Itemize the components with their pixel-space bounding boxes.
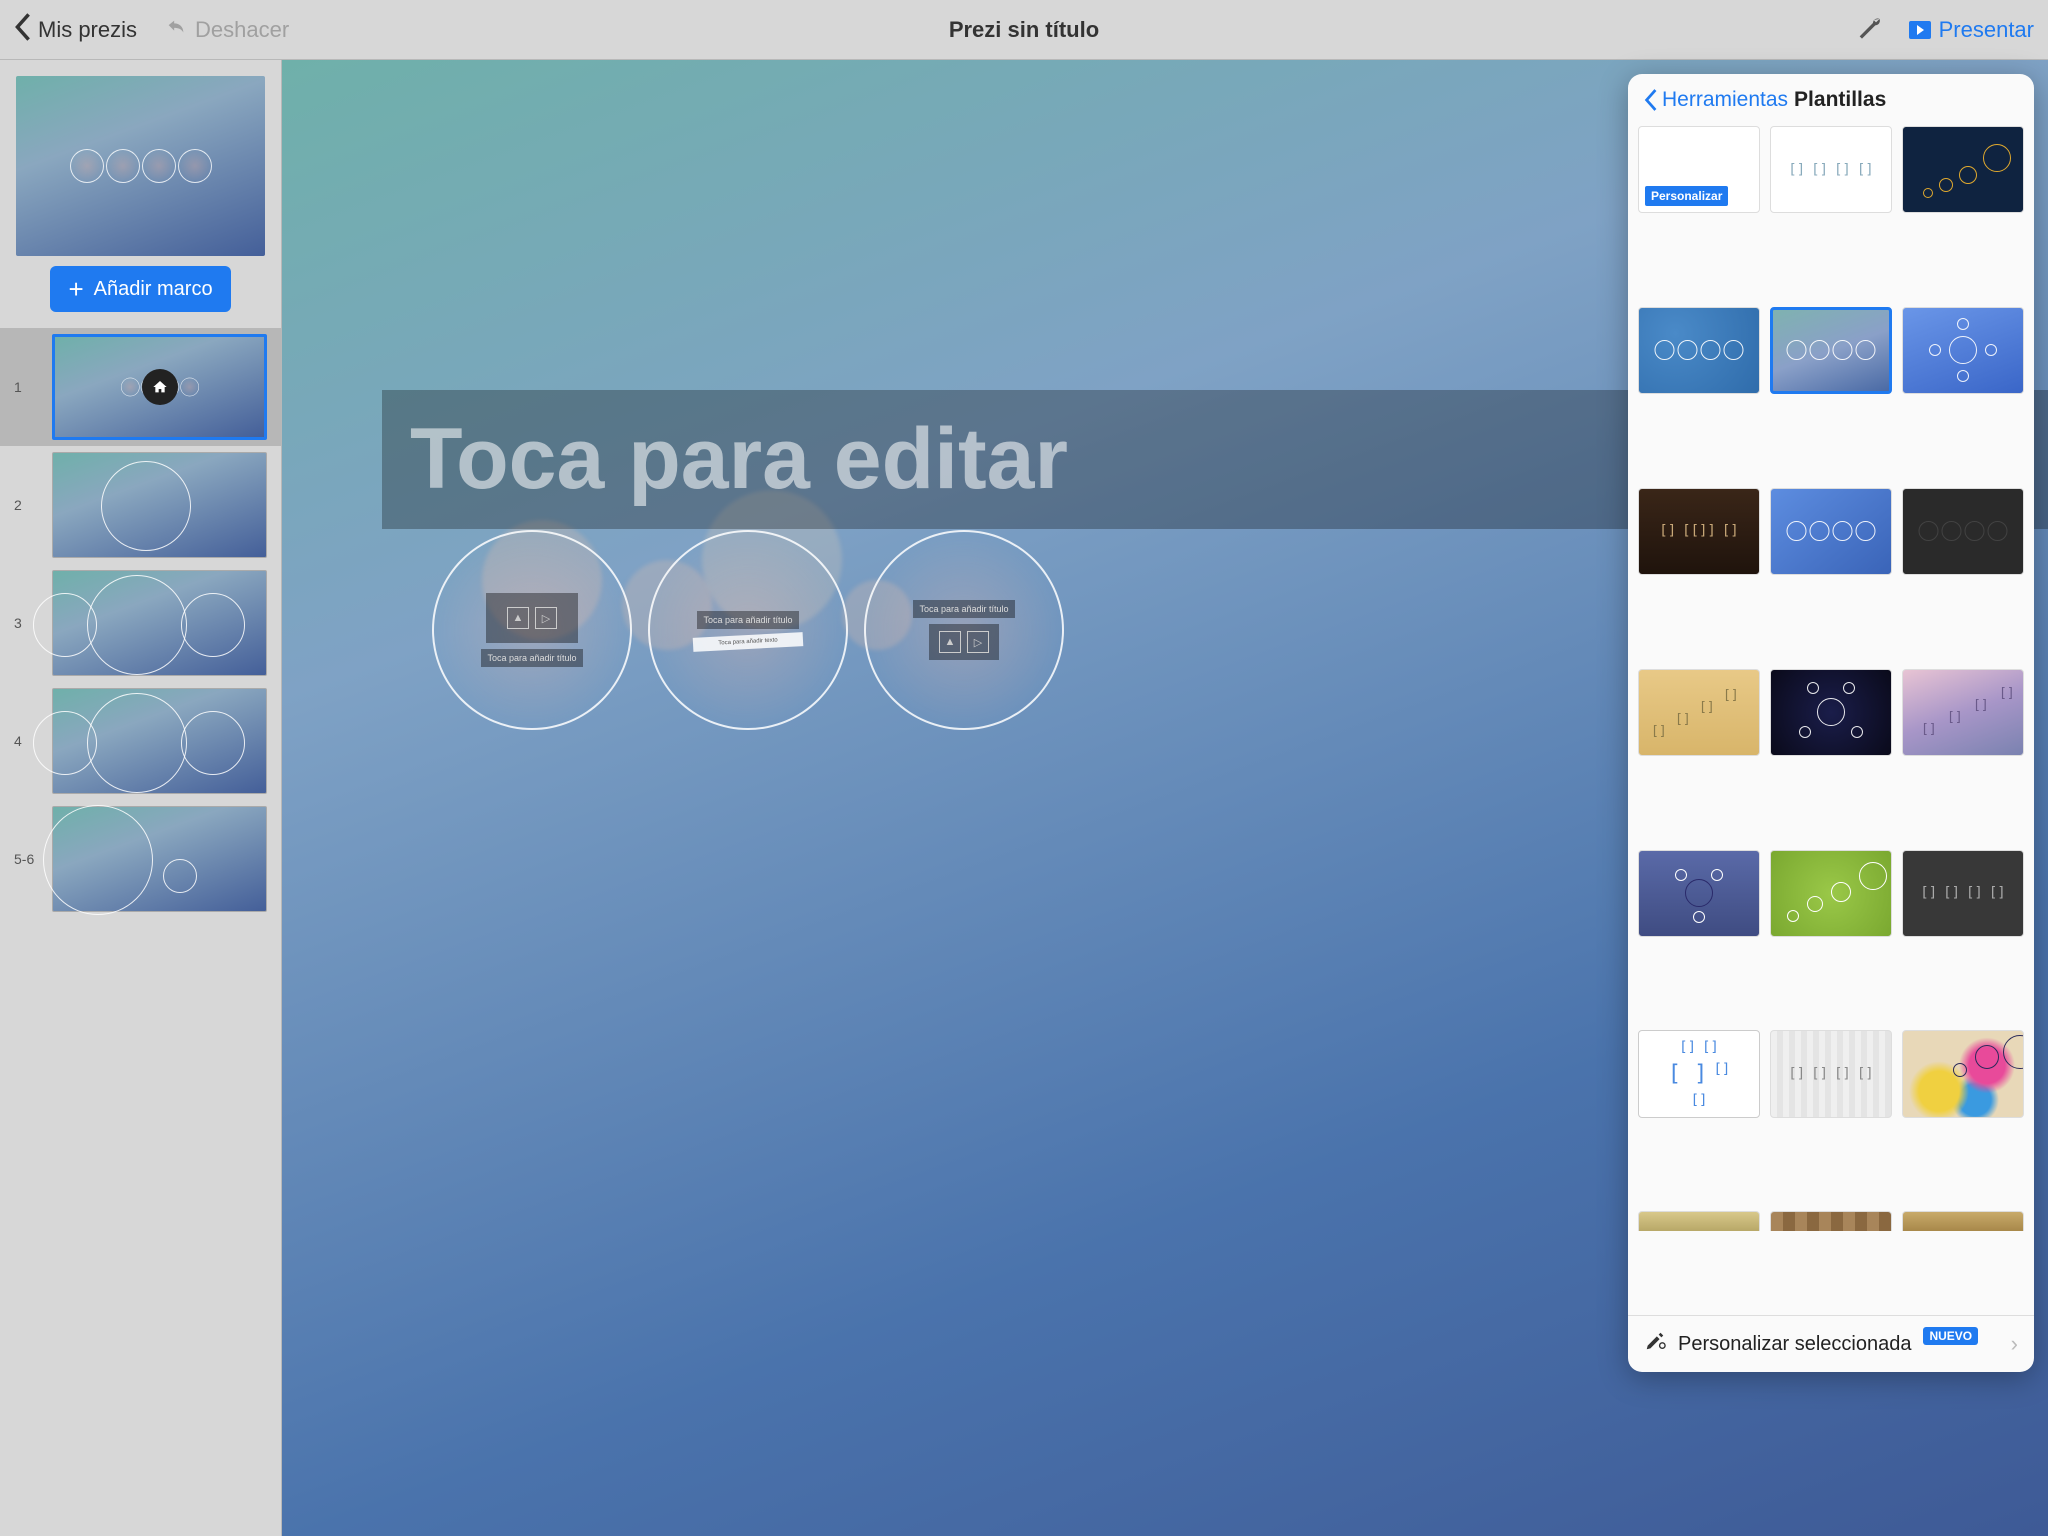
popover-header: Herramientas Plantillas xyxy=(1628,74,2034,126)
frame-number: 1 xyxy=(14,379,40,395)
back-label: Mis prezis xyxy=(38,17,137,43)
undo-label: Deshacer xyxy=(195,17,289,43)
new-badge: NUEVO xyxy=(1923,1327,1978,1345)
customize-badge: Personalizar xyxy=(1645,186,1728,206)
frame-title-placeholder: Toca para añadir título xyxy=(481,649,582,667)
present-icon xyxy=(1909,21,1931,39)
template-sunset[interactable]: [] [] [] [] xyxy=(1902,669,2024,756)
present-button[interactable]: Presentar xyxy=(1909,17,2034,43)
add-frame-button[interactable]: + Añadir marco xyxy=(50,266,230,312)
template-sand[interactable]: [] [] [] [] xyxy=(1638,669,1760,756)
frame-thumbnail xyxy=(52,334,267,440)
canvas-frame[interactable]: ▲▷ Toca para añadir título xyxy=(432,530,632,730)
frame-number: 5-6 xyxy=(14,851,40,867)
template-blue-orbit[interactable] xyxy=(1902,307,2024,394)
template-brackets-light[interactable]: [][][][] xyxy=(1770,126,1892,213)
present-label: Presentar xyxy=(1939,17,2034,43)
frame-thumbnail xyxy=(52,452,267,558)
template-planks[interactable] xyxy=(1770,1211,1892,1231)
frame-number: 2 xyxy=(14,497,40,513)
template-dark-dots[interactable] xyxy=(1902,488,2024,575)
back-to-prezis-button[interactable]: Mis prezis xyxy=(14,13,137,47)
template-brackets-blue[interactable]: [][][ ][][] xyxy=(1638,1030,1760,1117)
frame-thumbnail xyxy=(52,806,267,912)
templates-popover: Herramientas Plantillas Personalizar [][… xyxy=(1628,74,2034,1372)
template-gold[interactable] xyxy=(1638,1211,1760,1231)
canvas-frame[interactable]: Toca para añadir título Toca para añadir… xyxy=(648,530,848,730)
template-indigo[interactable] xyxy=(1638,850,1760,937)
frame-row[interactable]: 4 xyxy=(0,682,281,800)
frame-title-placeholder: Toca para añadir título xyxy=(697,611,798,629)
template-navy-circles[interactable] xyxy=(1902,126,2024,213)
frame-thumbnail xyxy=(52,688,267,794)
document-title[interactable]: Prezi sin título xyxy=(949,17,1099,43)
wrench-icon xyxy=(1855,28,1883,45)
title-placeholder: Toca para editar xyxy=(410,411,1068,507)
plus-icon: + xyxy=(68,276,83,302)
media-placeholder: ▲▷ xyxy=(486,593,578,643)
template-custom[interactable]: Personalizar xyxy=(1638,126,1760,213)
home-icon xyxy=(142,369,178,405)
tools-button[interactable] xyxy=(1855,13,1883,46)
template-leaf[interactable] xyxy=(1770,850,1892,937)
add-frame-label: Añadir marco xyxy=(94,278,213,301)
template-chalkboard[interactable]: [][][][] xyxy=(1902,850,2024,937)
customize-selected-label: Personalizar seleccionada xyxy=(1678,1333,1911,1356)
frame-row[interactable]: 5-6 xyxy=(0,800,281,918)
template-stripes[interactable]: [][][][] xyxy=(1770,1030,1892,1117)
frame-row[interactable]: 1 xyxy=(0,328,281,446)
chevron-left-icon xyxy=(1644,89,1658,111)
frame-row[interactable]: 3 xyxy=(0,564,281,682)
undo-icon xyxy=(165,16,187,44)
toolbar: Mis prezis Deshacer Prezi sin título Pre… xyxy=(0,0,2048,60)
undo-button[interactable]: Deshacer xyxy=(165,16,289,44)
template-wood[interactable]: [][[]][] xyxy=(1638,488,1760,575)
template-bokeh-selected[interactable] xyxy=(1770,307,1892,394)
frame-thumbnail xyxy=(52,570,267,676)
popover-title: Plantillas xyxy=(1794,88,1886,112)
template-color-bokeh[interactable] xyxy=(1902,1030,2024,1117)
frame-row[interactable]: 2 xyxy=(0,446,281,564)
frame-text-placeholder: Toca para añadir texto xyxy=(693,632,804,652)
canvas-frame[interactable]: Toca para añadir título ▲▷ xyxy=(864,530,1064,730)
chevron-right-icon: › xyxy=(2011,1331,2018,1357)
customize-selected-button[interactable]: Personalizar seleccionada NUEVO › xyxy=(1628,1315,2034,1372)
overview-thumbnail[interactable] xyxy=(16,76,265,256)
template-rain[interactable] xyxy=(1638,307,1760,394)
template-polygon[interactable] xyxy=(1770,488,1892,575)
sidebar: + Añadir marco 1 2 3 xyxy=(0,60,282,1536)
customize-icon xyxy=(1644,1330,1666,1358)
template-grid[interactable]: Personalizar [][][][] xyxy=(1628,126,2034,1315)
template-map[interactable] xyxy=(1902,1211,2024,1231)
popover-back-label: Herramientas xyxy=(1662,88,1788,112)
frame-list: 1 2 3 xyxy=(0,328,281,918)
template-space[interactable] xyxy=(1770,669,1892,756)
popover-back-button[interactable]: Herramientas xyxy=(1644,88,1788,112)
frame-title-placeholder: Toca para añadir título xyxy=(913,600,1014,618)
chevron-left-icon xyxy=(14,13,32,47)
canvas-frames: ▲▷ Toca para añadir título Toca para aña… xyxy=(432,530,944,730)
media-placeholder: ▲▷ xyxy=(929,624,999,660)
